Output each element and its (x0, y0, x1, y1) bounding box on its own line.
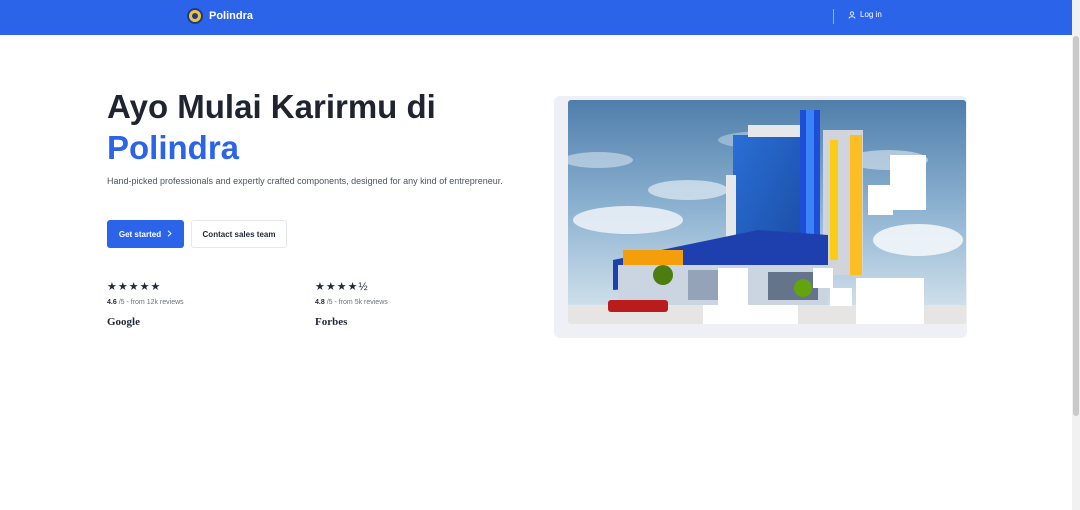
vertical-scrollbar[interactable] (1072, 0, 1080, 510)
brand-link[interactable]: Polindra (187, 8, 253, 24)
hero-title: Ayo Mulai Karirmu di Polindra (107, 86, 527, 168)
top-navbar: Polindra Log in (0, 0, 1080, 35)
rating-score: 4.6 (107, 299, 117, 306)
get-started-button[interactable]: Get started (107, 220, 184, 248)
rating-text: 4.6 /5 - from 12k reviews (107, 299, 287, 306)
login-label: Log in (860, 10, 882, 19)
rating-text: 4.8 /5 - from 5k reviews (315, 299, 495, 306)
rating-score: 4.8 (315, 299, 325, 306)
google-logo: Google (107, 316, 140, 328)
user-icon (848, 10, 856, 19)
forbes-logo: Forbes (315, 316, 348, 328)
login-link[interactable]: Log in (848, 10, 882, 19)
hero-description: Hand-picked professionals and expertly c… (107, 176, 503, 186)
star-rating-icon: ★★★★½ (315, 281, 369, 293)
scrollbar-thumb[interactable] (1073, 36, 1079, 416)
rating-suffix: /5 - from 12k reviews (118, 299, 184, 306)
hero-title-accent: Polindra (107, 129, 240, 166)
contact-sales-label: Contact sales team (202, 229, 276, 239)
hero-title-line: Ayo Mulai Karirmu di (107, 88, 436, 125)
contact-sales-button[interactable]: Contact sales team (191, 220, 287, 248)
get-started-label: Get started (118, 229, 162, 239)
review-google: ★★★★★ 4.6 /5 - from 12k reviews Google (107, 280, 287, 328)
star-rating-icon: ★★★★★ (107, 281, 162, 293)
rating-suffix: /5 - from 5k reviews (326, 299, 388, 306)
polindra-logo-icon (187, 8, 203, 24)
chevron-right-icon (167, 229, 172, 239)
campus-building-photo (568, 100, 966, 324)
brand-name: Polindra (209, 10, 254, 22)
review-forbes: ★★★★½ 4.8 /5 - from 5k reviews Forbes (315, 280, 495, 328)
nav-divider (833, 9, 834, 24)
